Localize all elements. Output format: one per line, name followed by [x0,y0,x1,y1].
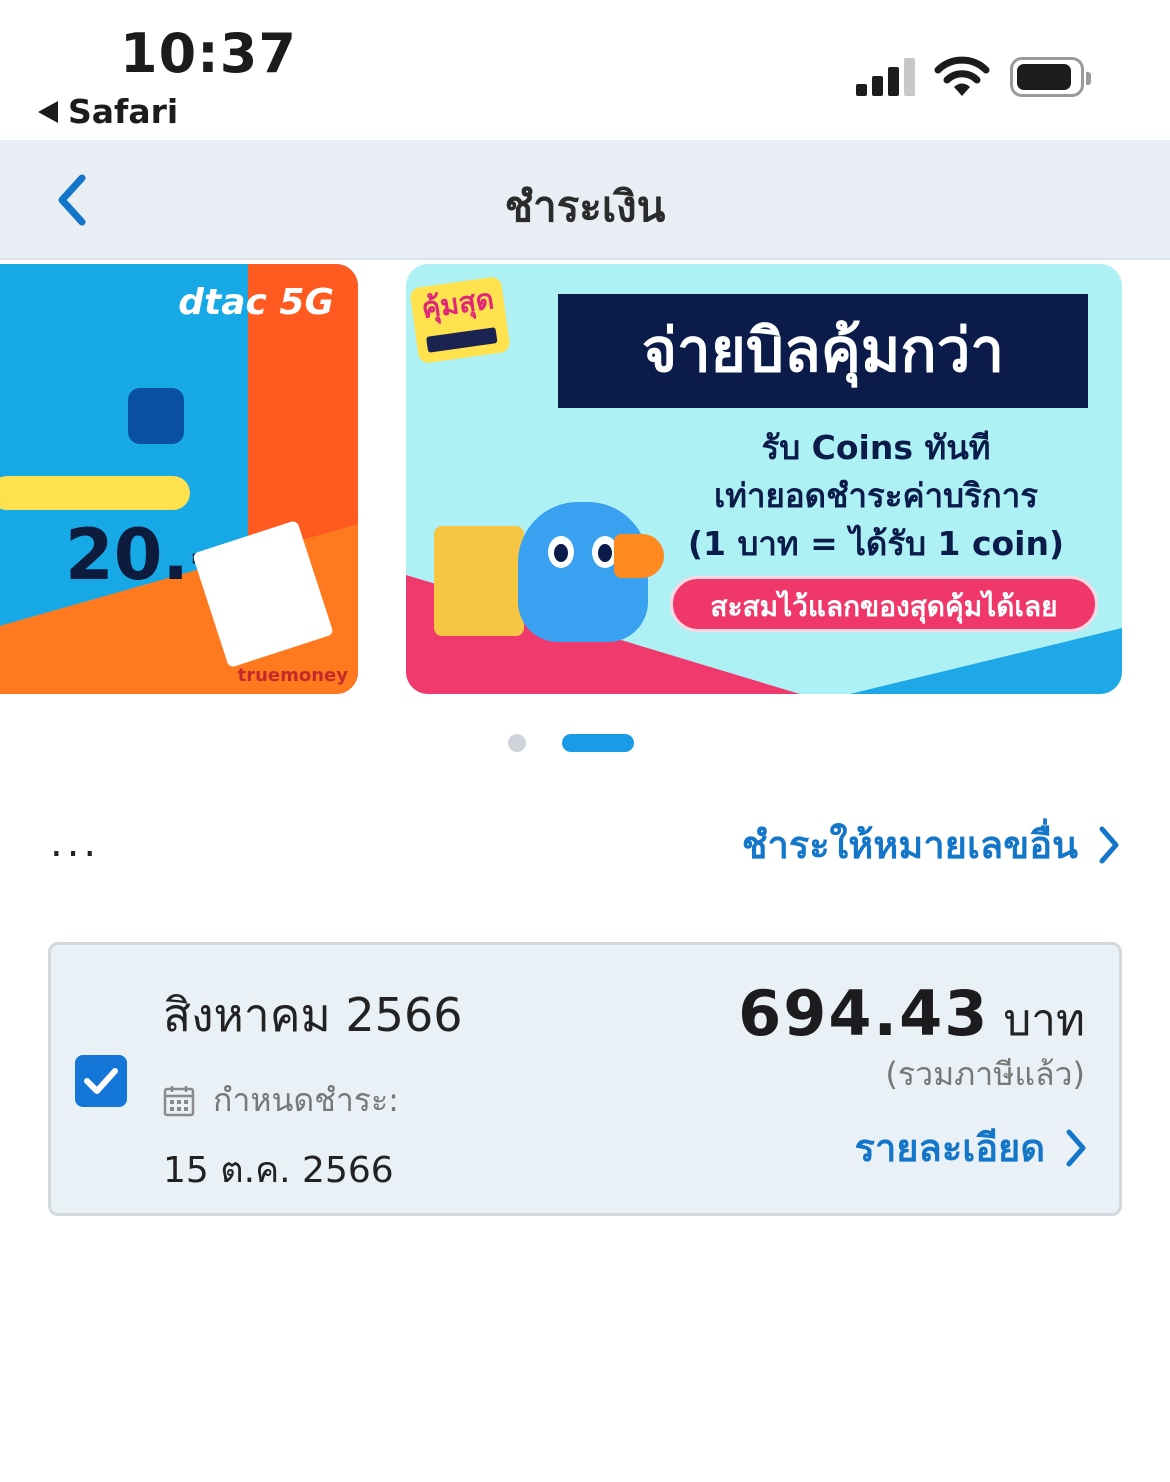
promo-banner-dtac[interactable]: dtac 5G 20.- truemoney [0,264,358,694]
megaphone-icon [614,534,664,578]
pay-other-number-link[interactable]: ชำระให้หมายเลขอื่น [742,814,1122,875]
dtac-app-icon [128,388,184,444]
back-to-app-button[interactable]: Safari [38,92,178,131]
best-value-sticker: คุ้มสุด [409,275,511,365]
truemoney-logo: truemoney [237,665,348,686]
page-dot-1[interactable] [508,734,526,752]
bill-card[interactable]: สิงหาคม 2566 กำหนดชำระ: 15 ต.ค. 2566 694… [48,942,1122,1216]
promo-pill: สะสมไว้แลกของสุดคุ้มได้เลย [670,576,1098,632]
status-time: 10:37 [120,22,297,85]
bill-details-link[interactable]: รายละเอียด [855,1117,1089,1178]
pay-other-label: ชำระให้หมายเลขอื่น [741,823,1078,867]
promo-carousel[interactable]: dtac 5G 20.- truemoney คุ้มสุด จ่ายบิลคุ… [0,262,1170,702]
page-dot-2-active[interactable] [562,734,634,752]
shopping-cart-illustration [434,526,524,636]
chevron-right-icon [1066,1129,1086,1166]
account-name-masked: ... [50,820,101,866]
wifi-icon [934,56,990,96]
promo-line-3: (1 บาท = ได้รับ 1 coin) [687,524,1065,563]
bill-amount: 694.43 [738,977,990,1050]
cellular-signal-icon [856,58,916,96]
bill-select-checkbox[interactable] [75,1055,127,1107]
tax-included-note: (รวมภาษีแล้ว) [885,1055,1085,1093]
promo-banner-coins[interactable]: คุ้มสุด จ่ายบิลคุ้มกว่า รับ Coins ทันที … [406,264,1122,694]
back-app-label: Safari [68,92,179,131]
battery-icon [1010,57,1091,97]
dtac-5g-logo: dtac 5G [178,282,334,323]
payment-screen: 10:37 Safari ชำระเงิน dtac 5G 20.- truem… [0,0,1170,1482]
details-label: รายละเอียด [854,1126,1045,1170]
page-title: ชำระเงิน [504,182,666,231]
promo-headline: จ่ายบิลคุ้มกว่า [558,294,1088,408]
promo-line-1: รับ Coins ทันที [761,428,991,467]
promo-line-2: เท่ายอดชำระค่าบริการ [713,476,1039,515]
bill-amount-row: 694.43 บาท [738,977,1085,1055]
calendar-icon [163,1085,195,1116]
due-label-row: กำหนดชำระ: [163,1075,399,1126]
navigation-bar: ชำระเงิน [0,140,1170,260]
bill-month: สิงหาคม 2566 [163,988,463,1042]
chevron-right-icon [1099,826,1119,863]
checkmark-icon [84,1068,118,1094]
due-date: 15 ต.ค. 2566 [163,1150,394,1191]
bill-currency: บาท [1003,995,1085,1046]
due-label: กำหนดชำระ: [213,1081,399,1119]
status-bar: 10:37 Safari [0,0,1170,140]
carousel-pagination [0,732,1170,752]
back-triangle-icon [38,100,58,123]
